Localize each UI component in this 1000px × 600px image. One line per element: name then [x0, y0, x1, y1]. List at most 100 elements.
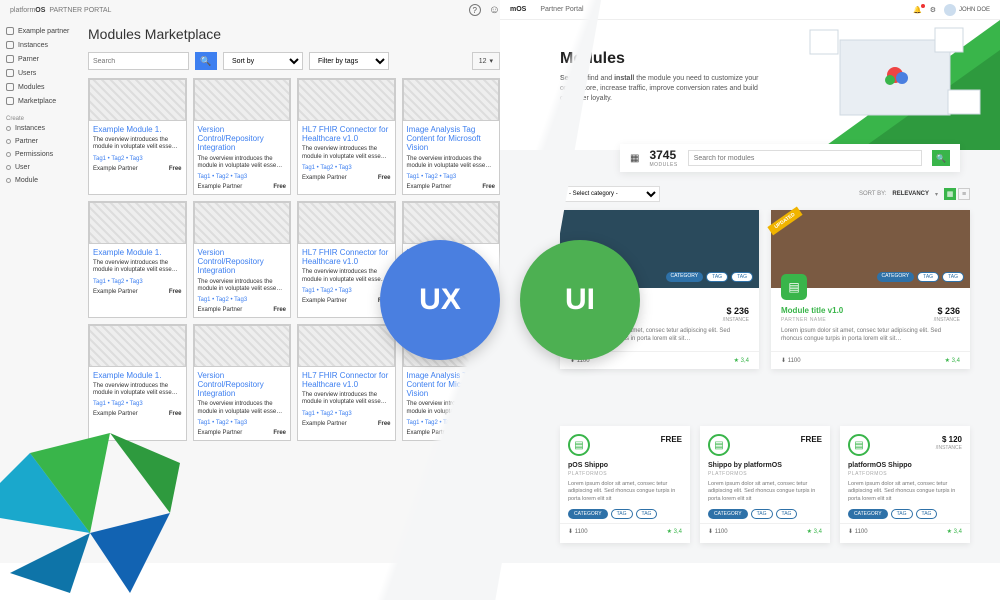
card-tags: Tag1 • Tag2 • Tag3 — [407, 420, 496, 426]
card-tags: Tag1 • Tag2 • Tag3 — [93, 156, 182, 162]
ui-topbar: mOS Partner Portal 🔔 ⚙ JOHN DOE — [500, 0, 1000, 20]
tag-row: CATEGORY TAG TAG — [666, 272, 753, 282]
module-search-button[interactable]: 🔍 — [932, 150, 950, 166]
thumb-placeholder — [403, 202, 500, 244]
card-price: FREE — [661, 435, 682, 444]
tag-pill[interactable]: TAG — [942, 272, 964, 282]
module-card[interactable]: Example Module 1. The overview introduce… — [88, 201, 187, 318]
card-tags: Tag1 • Tag2 • Tag3 — [302, 165, 391, 171]
card-partner: PLATFORMOS — [708, 471, 822, 477]
tag-pill[interactable]: TAG — [916, 509, 938, 519]
category-pill[interactable]: CATEGORY — [568, 509, 608, 519]
module-type-icon: ▤ — [781, 274, 807, 300]
module-card[interactable]: Image Analysis Tag Content for Microsoft… — [402, 78, 501, 195]
module-search-input[interactable] — [688, 150, 922, 166]
tag-pill[interactable]: TAG — [611, 509, 633, 519]
tag-row: CATEGORY TAG TAG — [877, 272, 964, 282]
price-unit: /INSTANCE — [723, 317, 749, 323]
card-title: Example Module 1. — [93, 125, 182, 134]
tag-pill[interactable]: TAG — [891, 509, 913, 519]
card-price: Free — [273, 430, 286, 436]
filter-select[interactable]: Filter by tags — [309, 52, 389, 70]
list-view-icon[interactable]: ≡ — [958, 188, 970, 200]
rating: ★ 3,4 — [945, 357, 960, 364]
module-card[interactable]: Example Module 1. The overview introduce… — [88, 78, 187, 195]
card-partner: Example Partner — [93, 289, 138, 295]
sidebar-item[interactable]: Parner — [6, 52, 72, 66]
create-item[interactable]: Instances — [6, 122, 72, 135]
create-item[interactable]: Module — [6, 174, 72, 187]
breadcrumb[interactable]: Partner Portal — [540, 6, 583, 13]
sort-value[interactable]: RELEVANCY — [892, 191, 929, 197]
sidebar-item[interactable]: Users — [6, 66, 72, 80]
bullet-icon — [6, 178, 11, 183]
sidebar-item-label: Instances — [18, 42, 48, 49]
tag-pill[interactable]: TAG — [751, 509, 773, 519]
thumb-placeholder — [298, 202, 395, 244]
card-partner: Example Partner — [302, 175, 347, 181]
category-select[interactable]: - Select category - — [560, 186, 660, 202]
card-price: Free — [378, 175, 391, 181]
sort-select[interactable]: Sort by — [223, 52, 303, 70]
user-icon[interactable]: ☺ — [489, 4, 500, 16]
featured-card[interactable]: UPDATED ▤ CATEGORY TAG TAG $ 236/INSTANC… — [771, 210, 970, 369]
sidebar-item[interactable]: Modules — [6, 80, 72, 94]
module-type-icon: ▤ — [568, 434, 590, 456]
search-button[interactable]: 🔍 — [195, 52, 217, 70]
help-icon[interactable]: ? — [469, 4, 481, 16]
category-pill[interactable]: CATEGORY — [877, 272, 915, 282]
tag-pill[interactable]: TAG — [636, 509, 658, 519]
sidebar-item[interactable]: Instances — [6, 38, 72, 52]
tag-pill[interactable]: TAG — [731, 272, 753, 282]
sidebar-item-label: Marketplace — [18, 98, 56, 105]
category-pill[interactable]: CATEGORY — [848, 509, 888, 519]
card-overview: The overview introduces the module in vo… — [93, 137, 182, 151]
thumb-placeholder — [194, 325, 291, 367]
brand: mOS — [510, 6, 526, 13]
ui-badge: UI — [520, 240, 640, 360]
search-input[interactable] — [88, 52, 189, 70]
create-item[interactable]: Permissions — [6, 148, 72, 161]
grid-view-icon[interactable]: ▦ — [944, 188, 956, 200]
module-card[interactable]: Version Control/Repository Integration T… — [193, 201, 292, 318]
create-item[interactable]: User — [6, 161, 72, 174]
tag-row: CATEGORYTAGTAG — [568, 509, 682, 519]
thumb-placeholder — [194, 202, 291, 244]
nav-icon — [6, 69, 14, 77]
card-title: Version Control/Repository Integration — [198, 248, 287, 276]
tag-pill[interactable]: TAG — [917, 272, 939, 282]
price-unit: /INSTANCE — [934, 317, 960, 323]
stats-search-bar: ▦ 3745 MODULES 🔍 — [620, 144, 960, 172]
module-count: 3745 — [649, 148, 677, 162]
module-card[interactable]: HL7 FHIR Connector for Healthcare v1.0 T… — [297, 324, 396, 441]
create-item[interactable]: Partner — [6, 135, 72, 148]
module-card[interactable]: HL7 FHIR Connector for Healthcare v1.0 T… — [297, 78, 396, 195]
module-card[interactable]: ▤ FREE pOS Shippo PLATFORMOS Lorem ipsum… — [560, 426, 690, 543]
nav-icon — [6, 97, 14, 105]
card-partner: Example Partner — [302, 298, 347, 304]
poly-art — [0, 393, 210, 593]
module-card[interactable]: ▤ FREE Shippo by platformOS PLATFORMOS L… — [700, 426, 830, 543]
create-item-label: Module — [15, 177, 38, 184]
module-card[interactable]: Version Control/Repository Integration T… — [193, 78, 292, 195]
rating: ★ 3,4 — [734, 357, 749, 364]
per-page-select[interactable]: 12 ▾ — [472, 52, 500, 70]
hero-title: Modules — [560, 50, 760, 68]
sidebar-item[interactable]: Marketplace — [6, 94, 72, 108]
tag-pill[interactable]: TAG — [706, 272, 728, 282]
hero-text: Search, find and install the module you … — [560, 74, 760, 103]
category-pill[interactable]: CATEGORY — [666, 272, 704, 282]
card-desc: Lorem ipsum dolor sit amet, consec tetur… — [708, 481, 822, 503]
sidebar-item[interactable]: Example partner — [6, 24, 72, 38]
module-card[interactable]: ▤ $ 120/INSTANCE platformOS Shippo PLATF… — [840, 426, 970, 543]
card-title: platformOS Shippo — [848, 462, 962, 469]
gear-icon[interactable]: ⚙ — [930, 6, 936, 14]
tag-pill[interactable]: TAG — [776, 509, 798, 519]
user-menu[interactable]: JOHN DOE — [944, 4, 990, 16]
sort-label: SORT BY: — [859, 191, 886, 197]
category-pill[interactable]: CATEGORY — [708, 509, 748, 519]
page-title: Modules Marketplace — [88, 26, 500, 42]
bell-icon[interactable]: 🔔 — [913, 6, 922, 14]
card-price: $ 236 — [937, 306, 960, 316]
modules-icon: ▦ — [630, 153, 639, 164]
